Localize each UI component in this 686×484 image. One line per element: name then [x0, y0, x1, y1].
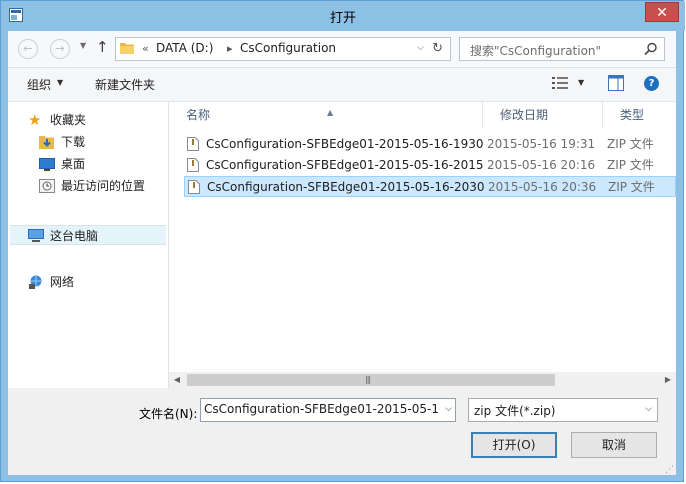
window-title: 打开 — [329, 11, 356, 26]
recent-locations-dropdown[interactable]: ▼ — [80, 41, 86, 50]
new-folder-button[interactable]: 新建文件夹 — [95, 76, 155, 93]
open-button[interactable]: 打开(O) — [471, 432, 557, 458]
sidebar-item-label: 最近访问的位置 — [61, 179, 146, 193]
refresh-button[interactable]: ↻ — [432, 41, 443, 56]
zip-file-icon — [187, 137, 199, 151]
sidebar-item-downloads[interactable]: 下载 — [39, 132, 159, 152]
organize-button[interactable]: 组织 — [27, 76, 51, 93]
address-segment-drive[interactable]: DATA (D:) — [156, 41, 213, 55]
column-header-label: 类型 — [620, 108, 645, 122]
file-list: 名称 ▲ 修改日期 类型 CsConfiguration-SFBEdge01-2… — [169, 102, 676, 388]
chevron-down-icon[interactable]: ⌵ — [645, 404, 652, 414]
resize-grip-icon[interactable]: ⋰ — [665, 465, 674, 475]
file-type: ZIP 文件 — [607, 137, 654, 151]
search-box[interactable]: 搜索"CsConfiguration" — [459, 37, 665, 61]
up-button[interactable]: ↑ — [96, 38, 109, 56]
open-file-dialog: 打开 ✕ ← → ▼ ↑ « DATA (D:) ▸ CsConfigurati… — [0, 0, 685, 482]
sidebar-item-label: 网络 — [50, 275, 75, 289]
zip-file-icon — [187, 158, 199, 172]
zip-file-icon — [188, 180, 200, 194]
command-toolbar: 组织 ▼ 新建文件夹 ▼ ? — [8, 68, 676, 102]
search-icon[interactable] — [644, 42, 658, 56]
dialog-footer: 文件名(N): CsConfiguration-SFBEdge01-2015-0… — [8, 389, 676, 475]
back-button[interactable]: ← — [18, 39, 38, 59]
dialog-body: ← → ▼ ↑ « DATA (D:) ▸ CsConfiguration ⌵ — [8, 31, 676, 475]
chevron-right-icon[interactable]: ▸ — [227, 42, 233, 55]
cancel-button[interactable]: 取消 — [571, 432, 657, 458]
address-segment-folder[interactable]: CsConfiguration — [240, 41, 336, 55]
chevron-down-icon: ⌵ — [417, 43, 424, 53]
file-modified: 2015-05-16 20:16 — [487, 158, 596, 172]
filename-label: 文件名(N): — [139, 407, 198, 421]
sidebar-item-recent-places[interactable]: 最近访问的位置 — [39, 176, 164, 196]
grip-icon: ||| — [365, 375, 371, 384]
forward-arrow-icon: → — [55, 42, 65, 55]
computer-icon — [28, 229, 44, 242]
column-header-label: 名称 — [186, 108, 211, 122]
sidebar-item-network[interactable]: 网络 — [28, 272, 158, 292]
file-name: CsConfiguration-SFBEdge01-2015-05-16-193… — [206, 137, 484, 151]
back-arrow-icon: ← — [23, 42, 33, 55]
filetype-value: zip 文件(*.zip) — [474, 404, 556, 418]
view-options-icon[interactable] — [552, 76, 568, 90]
filename-field[interactable]: CsConfiguration-SFBEdge01-2015-05-16 ⌵ — [200, 398, 456, 422]
up-arrow-icon: ↑ — [96, 38, 109, 56]
star-icon: ★ — [28, 111, 42, 129]
horizontal-scrollbar[interactable]: ◀ ||| ▶ — [169, 372, 676, 388]
recent-places-icon — [39, 179, 55, 193]
column-header-label: 修改日期 — [500, 108, 549, 122]
sidebar-item-favorites[interactable]: ★ 收藏夹 — [28, 110, 158, 130]
file-row-selected[interactable]: CsConfiguration-SFBEdge01-2015-05-16-203… — [184, 176, 676, 197]
sidebar-item-label: 这台电脑 — [50, 229, 99, 243]
preview-pane-icon[interactable] — [608, 75, 624, 91]
title-bar[interactable]: 打开 ✕ — [1, 1, 685, 31]
navigation-pane: ★ 收藏夹 下载 桌面 最近访问的位置 这台电脑 网络 — [8, 102, 169, 388]
filetype-select[interactable]: zip 文件(*.zip) ⌵ — [468, 398, 658, 422]
close-button[interactable]: ✕ — [645, 2, 679, 22]
chevron-down-icon[interactable]: ▼ — [57, 78, 63, 87]
search-input[interactable]: 搜索"CsConfiguration" — [470, 42, 601, 59]
view-dropdown-icon[interactable]: ▼ — [578, 78, 584, 87]
help-icon[interactable]: ? — [644, 76, 659, 91]
scrollbar-thumb[interactable]: ||| — [187, 374, 555, 386]
refresh-icon: ↻ — [432, 41, 443, 56]
sidebar-item-label: 桌面 — [61, 157, 86, 171]
column-header-name[interactable]: 名称 ▲ — [169, 102, 483, 128]
sort-ascending-icon: ▲ — [327, 108, 334, 117]
network-icon — [29, 275, 42, 289]
file-modified: 2015-05-16 19:31 — [487, 137, 596, 151]
file-row[interactable]: CsConfiguration-SFBEdge01-2015-05-16-193… — [184, 134, 676, 155]
file-type: ZIP 文件 — [608, 180, 655, 194]
column-header-type[interactable]: 类型 — [603, 102, 676, 128]
filename-value[interactable]: CsConfiguration-SFBEdge01-2015-05-16 — [204, 402, 440, 416]
file-modified: 2015-05-16 20:36 — [488, 180, 597, 194]
file-name: CsConfiguration-SFBEdge01-2015-05-16-201… — [206, 158, 484, 172]
scroll-right-icon[interactable]: ▶ — [662, 374, 674, 386]
file-row[interactable]: CsConfiguration-SFBEdge01-2015-05-16-201… — [184, 155, 676, 176]
chevron-down-icon[interactable]: ⌵ — [445, 404, 452, 414]
address-dropdown-button[interactable]: ⌵ — [417, 43, 424, 53]
desktop-icon — [39, 158, 55, 171]
column-header-modified[interactable]: 修改日期 — [483, 102, 603, 128]
address-bar[interactable]: « DATA (D:) ▸ CsConfiguration ⌵ ↻ — [115, 37, 451, 61]
file-type: ZIP 文件 — [607, 158, 654, 172]
scroll-left-icon[interactable]: ◀ — [171, 374, 183, 386]
file-name: CsConfiguration-SFBEdge01-2015-05-16-203… — [207, 180, 485, 194]
address-overflow[interactable]: « — [142, 42, 149, 55]
sidebar-item-label: 收藏夹 — [50, 113, 87, 127]
downloads-icon — [39, 136, 54, 149]
folder-icon — [120, 43, 134, 54]
forward-button[interactable]: → — [50, 39, 70, 59]
sidebar-item-desktop[interactable]: 桌面 — [39, 154, 159, 174]
sidebar-item-this-pc[interactable]: 这台电脑 — [10, 225, 166, 245]
sidebar-item-label: 下载 — [61, 135, 86, 149]
navigation-bar: ← → ▼ ↑ « DATA (D:) ▸ CsConfiguration ⌵ — [8, 31, 676, 68]
